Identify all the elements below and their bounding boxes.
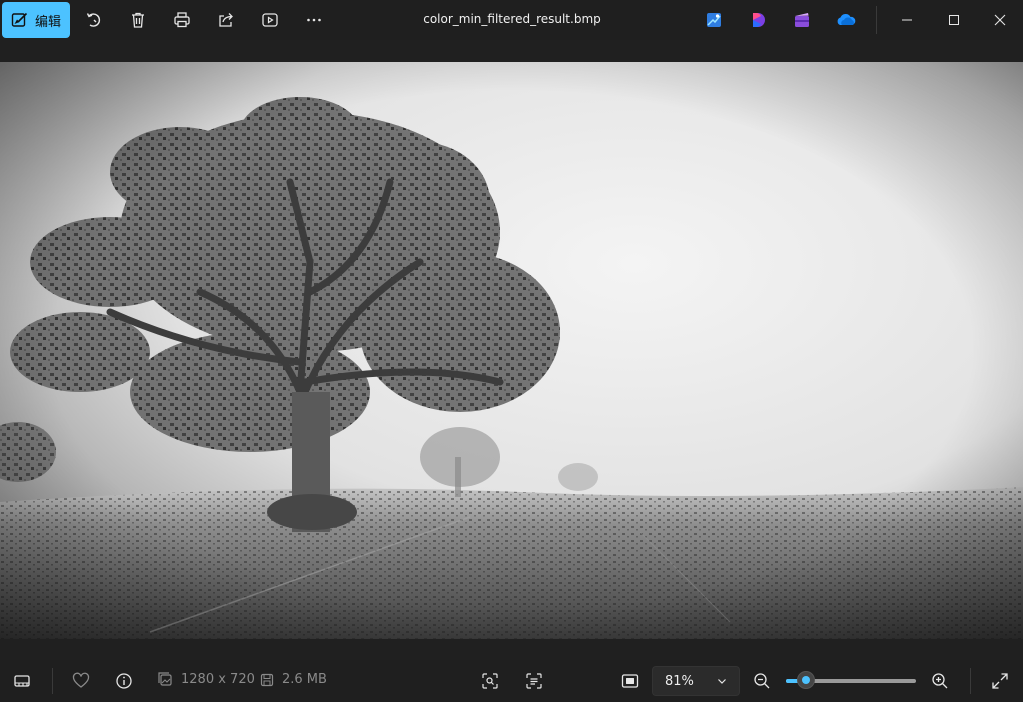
print-icon [174,12,190,28]
rotate-button[interactable] [78,4,110,36]
zoom-slider[interactable] [786,671,916,689]
actual-size-icon [621,674,639,688]
share-icon [219,13,233,27]
slideshow-icon [262,13,278,27]
heart-icon [72,672,90,688]
file-size: 2.6 MB [260,672,327,687]
filmstrip-button[interactable] [6,665,38,697]
status-divider [52,668,53,694]
clipchamp-icon [753,13,765,27]
displayed-image [0,62,1023,639]
bottom-spacer [0,639,1023,660]
status-divider-right [970,668,971,694]
filmstrip-icon [14,675,30,687]
zoom-level-dropdown[interactable]: 81% [652,666,740,696]
video-editor-icon [795,13,809,27]
edit-icon [11,12,28,27]
video-editor-button[interactable] [786,4,818,36]
zoom-in-button[interactable] [924,665,956,697]
zoom-out-icon [754,673,770,689]
edit-button[interactable]: 编辑 [2,2,70,38]
toolbar-divider [876,6,877,34]
status-bar: 1280 x 720 2.6 MB 81% [0,660,1023,702]
file-name: color_min_filtered_result.bmp [423,12,601,26]
file-size-text: 2.6 MB [282,672,327,687]
close-button[interactable] [977,0,1023,40]
favorite-button[interactable] [65,665,97,697]
zoom-in-icon [932,673,948,689]
expand-icon [992,673,1008,689]
visual-search-icon [482,673,498,689]
delete-icon [132,12,144,28]
minimize-icon [902,19,912,21]
chevron-down-icon [718,679,726,684]
onedrive-button[interactable] [830,4,862,36]
info-button[interactable] [108,665,140,697]
delete-button[interactable] [122,4,154,36]
designer-app-icon [707,13,721,27]
rotate-icon [86,13,101,27]
maximize-icon [949,15,959,25]
minimize-button[interactable] [884,0,930,40]
actual-size-button[interactable] [614,665,646,697]
print-button[interactable] [166,4,198,36]
scan-text-icon [526,673,542,689]
zoom-level-value: 81% [665,673,694,689]
fullscreen-button[interactable] [984,665,1016,697]
designer-app-button[interactable] [698,4,730,36]
more-options-button[interactable] [298,4,330,36]
onedrive-icon [837,14,856,25]
info-icon [116,673,132,689]
image-size-icon [158,672,172,686]
visual-search-button[interactable] [474,665,506,697]
zoom-out-button[interactable] [746,665,778,697]
dimensions-text: 1280 x 720 [181,672,255,687]
save-disk-icon [260,673,274,686]
image-dimensions: 1280 x 720 [158,672,255,687]
share-button[interactable] [210,4,242,36]
maximize-button[interactable] [931,0,977,40]
close-icon [994,14,1006,26]
clipchamp-button[interactable] [742,4,774,36]
top-spacer [0,40,1023,62]
title-bar: 编辑 color_min_filtered_result.bmp [0,0,1023,40]
slideshow-button[interactable] [254,4,286,36]
more-icon [307,18,321,22]
scan-text-button[interactable] [518,665,550,697]
edit-label: 编辑 [34,14,61,30]
image-viewer[interactable] [0,62,1023,639]
zoom-slider-thumb[interactable] [796,671,815,689]
